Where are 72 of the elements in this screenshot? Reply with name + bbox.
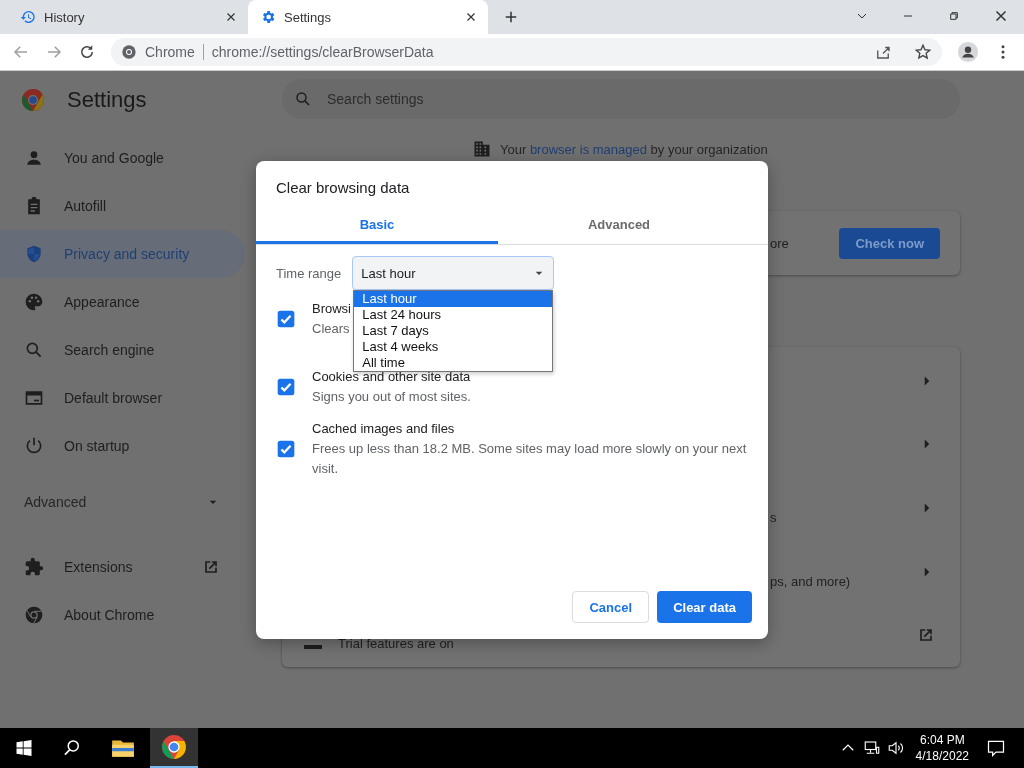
checkbox[interactable] — [276, 377, 296, 397]
windows-start-icon[interactable] — [14, 738, 34, 758]
url-text: chrome://settings/clearBrowserData — [211, 44, 434, 60]
clear-data-button[interactable]: Clear data — [657, 591, 752, 623]
option-title: Browsi — [312, 300, 351, 318]
check-now-button[interactable]: Check now — [839, 227, 940, 259]
sidebar-item[interactable]: Default browser — [0, 374, 245, 422]
row-description: Trial features are on — [338, 635, 454, 651]
reload-icon[interactable] — [78, 43, 96, 61]
search-icon — [294, 90, 312, 108]
puzzle-icon — [24, 557, 44, 577]
dialog-tab[interactable]: Advanced — [498, 208, 740, 244]
checkbox[interactable] — [276, 439, 296, 459]
shield-icon — [24, 244, 44, 264]
option-description: Frees up less than 18.2 MB. Some sites may load more slowly on your next visit. — [312, 440, 748, 478]
star-icon[interactable] — [914, 43, 932, 61]
option-title: Cookies and other site data — [312, 368, 471, 386]
page-title: Settings — [67, 87, 147, 113]
chrome-logo-icon — [121, 44, 137, 60]
dropdown-option[interactable]: Last hour — [354, 291, 553, 307]
row-description: s — [770, 510, 777, 526]
sidebar-item[interactable]: On startup — [0, 422, 245, 470]
browser-window-icon — [24, 388, 44, 408]
advanced-toggle[interactable]: Advanced — [0, 478, 245, 526]
option-description: Clears — [312, 320, 351, 338]
browser-tab[interactable]: History — [8, 0, 248, 34]
taskbar-app[interactable] — [150, 728, 198, 768]
volume-icon[interactable] — [886, 739, 905, 757]
settings-icon — [260, 9, 276, 25]
sidebar-item[interactable]: Autofill — [0, 182, 245, 230]
site-label: Chrome — [145, 44, 195, 60]
option-description: Signs you out of most sites. — [312, 388, 471, 406]
checkbox[interactable] — [276, 309, 296, 329]
search-icon[interactable] — [62, 738, 82, 758]
search-field[interactable]: Search settings — [282, 79, 960, 119]
bar-icon — [304, 644, 322, 649]
palette-icon — [24, 292, 44, 312]
sidebar-item[interactable]: You and Google — [0, 134, 245, 182]
row-description: ps, and more) — [770, 574, 851, 590]
notification-icon[interactable] — [986, 738, 1006, 758]
building-icon — [472, 139, 492, 159]
dialog-tab[interactable]: Basic — [256, 208, 498, 244]
forward-icon[interactable] — [45, 43, 63, 61]
chrome-logo-icon — [161, 734, 187, 760]
dialog-title: Clear browsing data — [275, 178, 411, 196]
chrome-logo-icon — [24, 605, 44, 625]
history-icon — [20, 9, 36, 25]
search-icon — [24, 340, 44, 360]
clock-time[interactable]: 6:04 PM — [919, 732, 965, 748]
card-text: ore — [770, 235, 789, 251]
clock-date[interactable]: 4/18/2022 — [915, 748, 969, 764]
chrome-logo-icon — [21, 88, 45, 112]
time-range-dropdown[interactable]: Last hour — [352, 256, 555, 290]
network-icon[interactable] — [862, 739, 881, 757]
back-icon[interactable] — [12, 43, 30, 61]
profile-icon[interactable] — [957, 41, 979, 63]
browser-tab[interactable]: Settings — [248, 0, 488, 34]
sidebar-item[interactable]: Search engine — [0, 326, 245, 374]
sidebar-item[interactable]: About Chrome — [0, 591, 245, 639]
power-icon — [24, 436, 44, 456]
sidebar-item[interactable]: Extensions — [0, 543, 245, 591]
dropdown-option[interactable]: Last 4 weeks — [354, 339, 553, 355]
cancel-button[interactable]: Cancel — [572, 591, 650, 623]
managed-notice: Your browser is managed by your organization — [500, 141, 768, 157]
field-label: Time range — [276, 265, 342, 281]
option-title: Cached images and files — [312, 420, 456, 438]
person-icon — [24, 148, 44, 168]
sidebar-item[interactable]: Appearance — [0, 278, 245, 326]
dropdown-option[interactable]: Last 7 days — [354, 323, 553, 339]
dropdown-option[interactable]: Last 24 hours — [354, 307, 553, 323]
dropdown-option[interactable]: All time — [354, 355, 553, 371]
address-bar[interactable]: Chrome chrome://settings/clearBrowserData — [111, 38, 942, 66]
